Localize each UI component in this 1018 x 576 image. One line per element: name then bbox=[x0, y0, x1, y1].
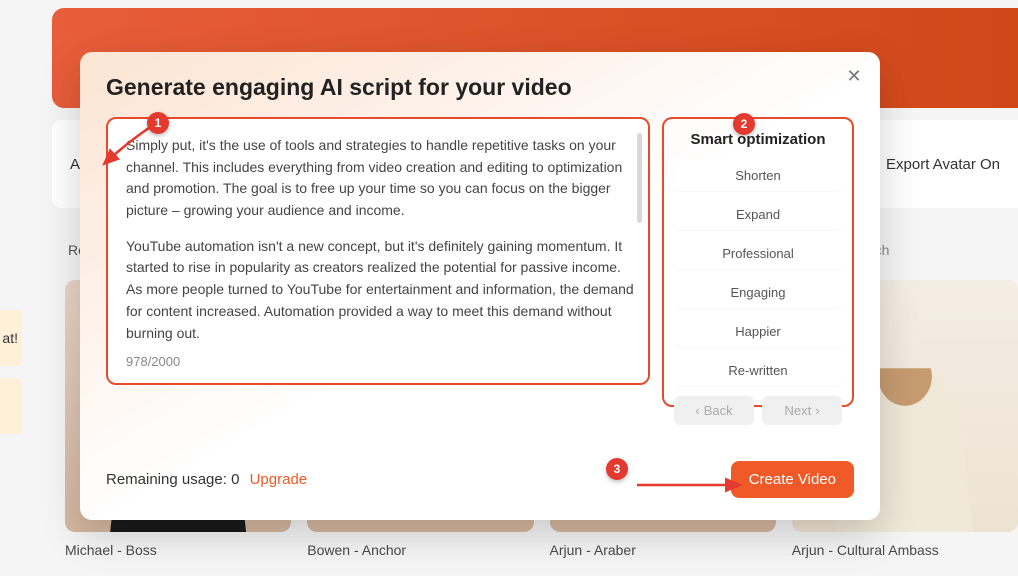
chevron-left-icon: ‹ bbox=[695, 403, 699, 418]
back-button[interactable]: ‹ Back bbox=[674, 396, 754, 425]
callout-2: 2 bbox=[733, 113, 755, 135]
expand-button[interactable]: Expand bbox=[674, 199, 842, 230]
modal-title: Generate engaging AI script for your vid… bbox=[106, 74, 854, 101]
modal-backdrop: ✕ Generate engaging AI script for your v… bbox=[0, 0, 1018, 576]
callout-3: 3 bbox=[606, 458, 628, 480]
shorten-button[interactable]: Shorten bbox=[674, 160, 842, 191]
create-video-button[interactable]: Create Video bbox=[731, 461, 854, 498]
modal-body: Simply put, it's the use of tools and st… bbox=[106, 117, 854, 407]
script-text: Simply put, it's the use of tools and st… bbox=[126, 135, 634, 343]
back-label: Back bbox=[704, 403, 733, 418]
engaging-button[interactable]: Engaging bbox=[674, 277, 842, 308]
optimization-title: Smart optimization bbox=[674, 131, 842, 148]
modal-footer: Remaining usage: 0 Upgrade Create Video bbox=[106, 461, 854, 498]
usage-text: Remaining usage: 0 Upgrade bbox=[106, 471, 307, 488]
chevron-right-icon: › bbox=[815, 403, 819, 418]
next-label: Next bbox=[784, 403, 811, 418]
upgrade-link[interactable]: Upgrade bbox=[250, 471, 308, 488]
rewritten-button[interactable]: Re-written bbox=[674, 355, 842, 386]
scrollbar[interactable] bbox=[637, 133, 642, 223]
professional-button[interactable]: Professional bbox=[674, 238, 842, 269]
script-textarea[interactable]: Simply put, it's the use of tools and st… bbox=[106, 117, 650, 385]
callout-1: 1 bbox=[147, 112, 169, 134]
close-icon[interactable]: ✕ bbox=[844, 66, 864, 86]
character-count: 978/2000 bbox=[126, 354, 180, 369]
modal: ✕ Generate engaging AI script for your v… bbox=[80, 52, 880, 520]
optimization-panel: Smart optimization Shorten Expand Profes… bbox=[662, 117, 854, 407]
usage-label: Remaining usage: 0 bbox=[106, 471, 239, 488]
script-paragraph: YouTube automation isn't a new concept, … bbox=[126, 236, 634, 343]
next-button[interactable]: Next › bbox=[762, 396, 842, 425]
nav-row: ‹ Back Next › bbox=[674, 396, 842, 425]
script-paragraph: Simply put, it's the use of tools and st… bbox=[126, 135, 634, 222]
happier-button[interactable]: Happier bbox=[674, 316, 842, 347]
